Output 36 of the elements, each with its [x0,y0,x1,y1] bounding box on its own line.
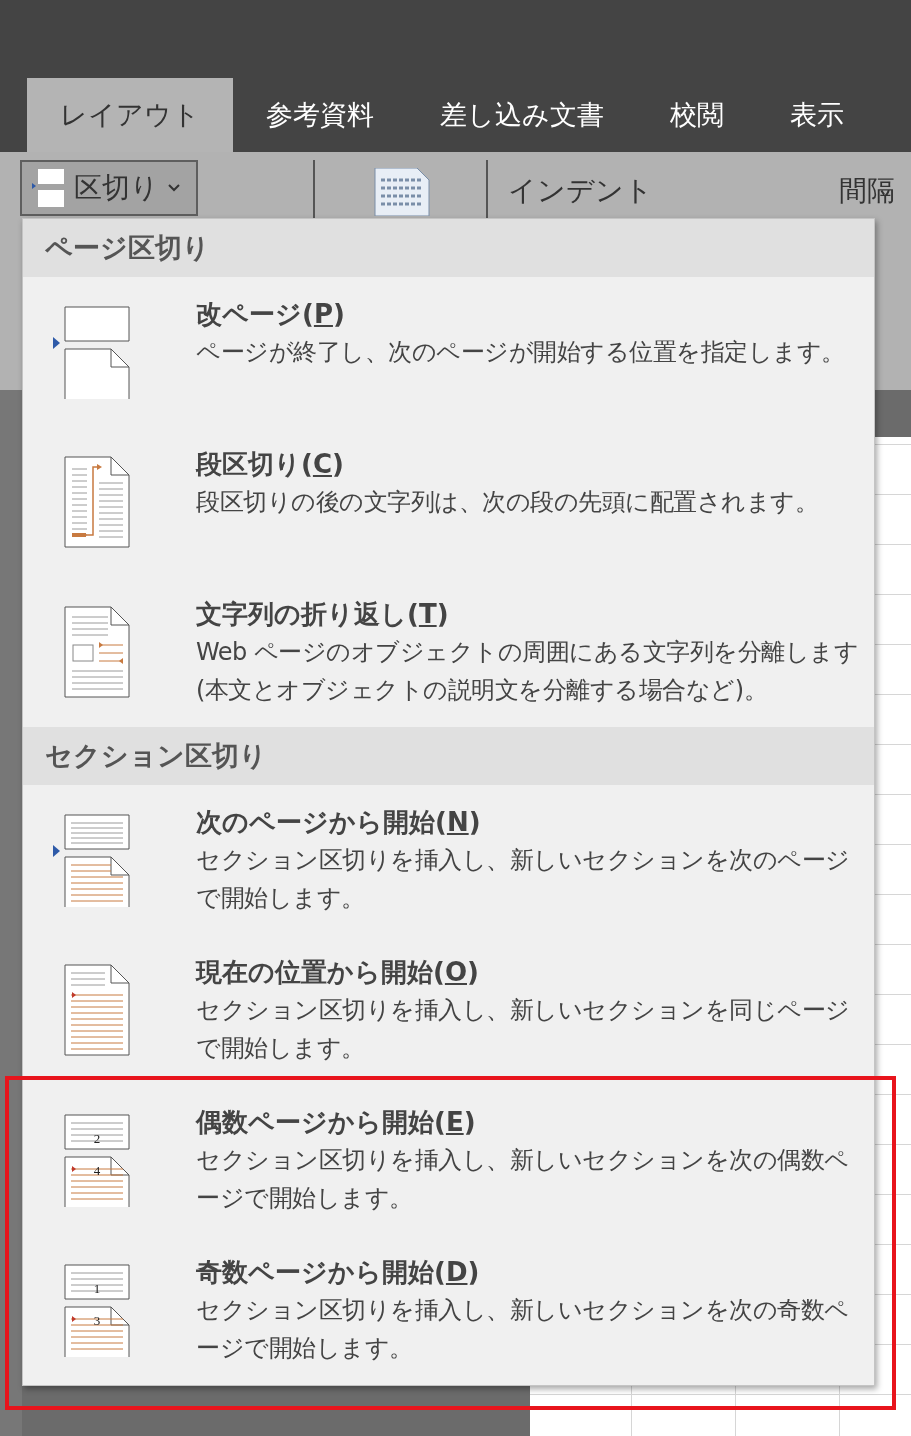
menu-item-title: 奇数ページから開始(D) [196,1256,481,1289]
menu-item-title: 改ページ(P) [196,298,346,331]
menu-section-header: ページ区切り [23,219,874,277]
menu-item[interactable]: 次のページから開始(N) セクション区切りを挿入し、新しいセクションを次のページで開始します。 [23,785,874,925]
menu-item-title: 段区切り(C) [196,448,345,481]
menu-item-description: 段区切りの後の文字列は、次の段の先頭に配置されます。 [196,487,819,518]
document-icon[interactable] [373,168,431,216]
menu-item[interactable]: 段区切り(C) 段区切りの後の文字列は、次の段の先頭に配置されます。 [23,427,874,567]
menu-item-title: 偶数ページから開始(E) [196,1106,477,1139]
menu-item-title: 現在の位置から開始(O) [196,956,480,989]
ribbon-tab[interactable]: 参考資料 [233,78,407,152]
next-page-icon [53,813,131,909]
page-break-icon [32,168,66,208]
menu-item-description: セクション区切りを挿入し、新しいセクションを次の偶数ページで開始します。 [196,1145,850,1214]
menu-section-header: セクション区切り [23,727,874,785]
menu-item[interactable]: 1 3 奇数ページから開始(D) セクション区切りを挿入し、新しいセクションを次の奇数ページで開始します。 [23,1235,874,1375]
menu-item-description: セクション区切りを挿入し、新しいセクションを次のページで開始します。 [196,845,851,914]
menu-item[interactable]: 文字列の折り返し(T) Web ページのオブジェクトの周囲にある文字列を分離します (本文とオブジェクトの説明文を分離する場合など)。 [23,577,874,717]
breaks-button[interactable]: 区切り [20,160,198,216]
menu-item[interactable]: 2 4 偶数ページから開始(E) セクション区切りを挿入し、新しいセクションを次の偶数ページで開始します。 [23,1085,874,1225]
ribbon-tab[interactable]: 校閲 [637,78,757,152]
menu-item-description: Web ページのオブジェクトの周囲にある文字列を分離します (本文とオブジェクトの説明文を分離する場合など)。 [196,637,860,706]
menu-item[interactable]: 現在の位置から開始(O) セクション区切りを挿入し、新しいセクションを同じページで開始します。 [23,935,874,1075]
indent-label: インデント [508,173,653,209]
menu-item-description: ページが終了し、次のページが開始する位置を指定します。 [196,337,846,368]
page-break-icon [53,305,131,401]
menu-item-title: 次のページから開始(N) [196,806,482,839]
spacing-label: 間隔 [839,173,895,209]
ribbon-tab[interactable]: 表示 [757,78,877,152]
menu-item[interactable]: 改ページ(P) ページが終了し、次のページが開始する位置を指定します。 [23,277,874,417]
menu-item-description: セクション区切りを挿入し、新しいセクションを同じページで開始します。 [196,995,851,1064]
menu-item-title: 文字列の折り返し(T) [196,598,450,631]
ribbon-tab[interactable]: レイアウト [27,78,233,152]
ribbon-tab[interactable]: 差し込み文書 [407,78,637,152]
menu-item-description: セクション区切りを挿入し、新しいセクションを次の奇数ページで開始します。 [196,1295,850,1364]
caret-icon [167,183,181,193]
